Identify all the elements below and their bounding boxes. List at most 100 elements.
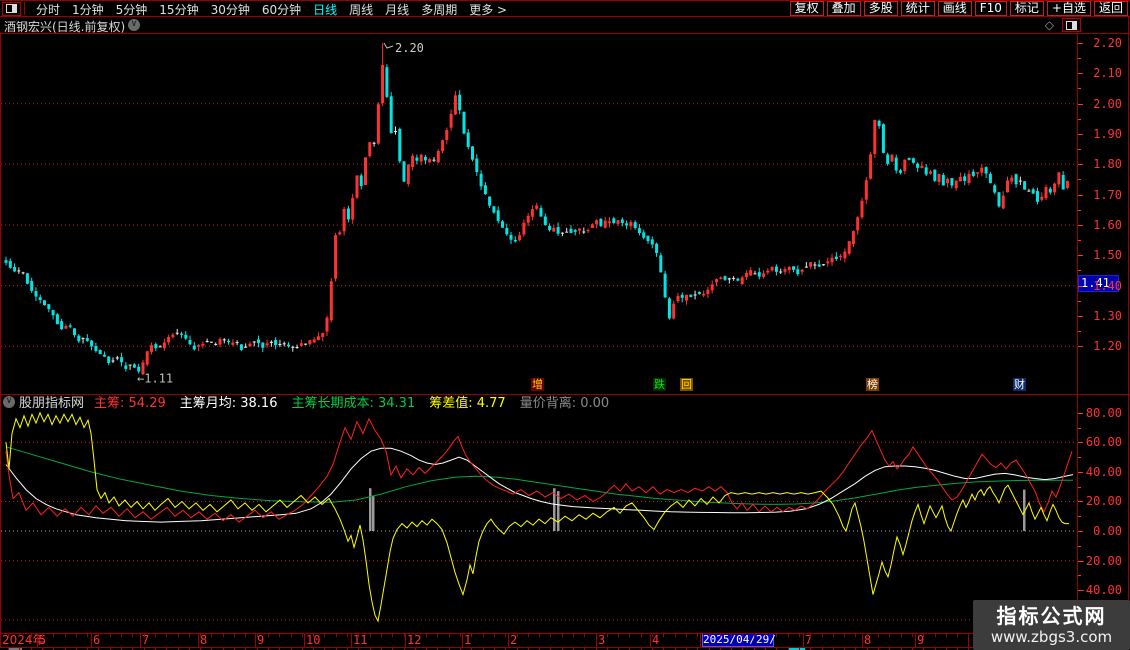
month-label: 3 bbox=[598, 633, 606, 647]
month-boundary-line bbox=[91, 634, 92, 647]
week-tick bbox=[144, 634, 145, 637]
week-tick bbox=[121, 634, 122, 637]
week-tick bbox=[178, 634, 179, 637]
axis-minor-tick bbox=[1078, 428, 1081, 429]
week-tick bbox=[957, 634, 958, 637]
indicator-line-0 bbox=[5, 417, 1073, 523]
week-tick bbox=[946, 634, 947, 637]
period-tab-4[interactable]: 15分钟 bbox=[159, 3, 198, 17]
frame-line bbox=[0, 633, 1130, 634]
week-tick bbox=[132, 634, 133, 637]
axis-tick bbox=[1078, 195, 1083, 196]
watermark-title: 指标公式网 bbox=[996, 604, 1107, 628]
week-tick bbox=[358, 634, 359, 637]
price-gridlines bbox=[1, 103, 1077, 347]
window-layout-icon[interactable] bbox=[2, 1, 21, 16]
pane-layout-icon[interactable] bbox=[1062, 18, 1081, 32]
menu-divider bbox=[24, 2, 25, 15]
event-badge-回[interactable]: 回 bbox=[680, 378, 693, 391]
period-tab-9[interactable]: 月线 bbox=[385, 3, 409, 17]
period-tab-11[interactable]: 更多 > bbox=[469, 3, 507, 17]
period-tab-10[interactable]: 多周期 bbox=[421, 3, 457, 17]
month-boundary-line bbox=[915, 634, 916, 647]
week-tick bbox=[562, 634, 563, 637]
week-tick bbox=[889, 634, 890, 637]
week-tick bbox=[878, 634, 879, 637]
event-badge-榜[interactable]: 榜 bbox=[866, 378, 879, 391]
week-tick bbox=[347, 634, 348, 637]
week-tick bbox=[370, 634, 371, 637]
indicator-axis-label: 60.00 bbox=[1085, 435, 1122, 449]
week-tick bbox=[189, 634, 190, 637]
indicator-axis-label: 20.00 bbox=[1085, 494, 1122, 508]
toolbar-button-1[interactable]: 复权 bbox=[789, 1, 824, 16]
month-label: 8 bbox=[200, 633, 208, 647]
date-axis[interactable]: 2024年 2025/04/29/二 567891011121234789 bbox=[0, 633, 1130, 650]
week-tick bbox=[110, 634, 111, 637]
period-tab-5[interactable]: 30分钟 bbox=[211, 3, 250, 17]
month-label: 9 bbox=[257, 633, 265, 647]
toolbar-button-9[interactable]: 返回 bbox=[1093, 1, 1128, 16]
week-tick bbox=[799, 634, 800, 637]
toolbar-button-5[interactable]: 画线 bbox=[937, 1, 972, 16]
week-tick bbox=[754, 634, 755, 637]
axis-tick bbox=[1078, 346, 1083, 347]
axis-minor-tick bbox=[1078, 457, 1081, 458]
period-tabs: 分时 1分钟 5分钟 15分钟 30分钟 60分钟 日线 周线 月线 多周期 更多 > bbox=[30, 0, 513, 18]
toolbar-button-3[interactable]: 多股 bbox=[863, 1, 898, 16]
axis-minor-tick bbox=[1078, 179, 1081, 180]
price-axis-label: 1.20 bbox=[1093, 339, 1122, 353]
week-tick bbox=[87, 634, 88, 637]
week-tick bbox=[53, 634, 54, 637]
week-tick bbox=[19, 634, 20, 637]
period-tab-6[interactable]: 60分钟 bbox=[262, 3, 301, 17]
period-tab-8[interactable]: 周线 bbox=[349, 3, 373, 17]
menu-bar: 分时 1分钟 5分钟 15分钟 30分钟 60分钟 日线 周线 月线 多周期 更多 > 复权 叠加 多股… bbox=[0, 0, 1130, 17]
week-tick bbox=[867, 634, 868, 637]
event-badge-财[interactable]: 财 bbox=[1013, 378, 1026, 391]
diamond-icon[interactable]: ◇ bbox=[1045, 18, 1054, 32]
frame-line bbox=[1077, 33, 1078, 647]
price-axis-label: 1.80 bbox=[1093, 157, 1122, 171]
week-tick bbox=[336, 634, 337, 637]
axis-tick bbox=[1078, 286, 1083, 287]
axis-minor-tick bbox=[1078, 210, 1081, 211]
indicator-header: ∨ 股朋指标网 主筹: 54.29 主筹月均: 38.16 主筹长期成本: 34.3… bbox=[0, 395, 1076, 411]
axis-tick bbox=[1078, 316, 1083, 317]
axis-minor-tick bbox=[1078, 58, 1081, 59]
toolbar-button-7[interactable]: 标记 bbox=[1009, 1, 1044, 16]
week-tick bbox=[810, 634, 811, 637]
indicator-axis-label: 40.00 bbox=[1085, 465, 1122, 479]
month-boundary-line bbox=[862, 634, 863, 647]
month-label: 4 bbox=[652, 633, 660, 647]
period-tab-7[interactable]: 日线 bbox=[313, 3, 337, 17]
week-tick bbox=[426, 634, 427, 637]
toolbar-button-2[interactable]: 叠加 bbox=[826, 1, 861, 16]
week-tick bbox=[709, 634, 710, 637]
price-axis-label: 1.90 bbox=[1093, 127, 1122, 141]
event-badge-跌[interactable]: 跌 bbox=[653, 378, 666, 391]
chevron-down-icon[interactable]: ∨ bbox=[128, 19, 140, 31]
axis-tick bbox=[1078, 164, 1083, 165]
frame-line bbox=[1128, 17, 1129, 650]
toolbar-button-6[interactable]: F10 bbox=[974, 1, 1007, 16]
chevron-down-icon[interactable]: ∨ bbox=[3, 395, 15, 408]
axis-minor-tick bbox=[1078, 301, 1081, 302]
week-tick bbox=[291, 634, 292, 637]
indicator-chart[interactable] bbox=[1, 408, 1077, 633]
indicator-axis-label: -40.00 bbox=[1078, 583, 1122, 597]
period-tab-2[interactable]: 1分钟 bbox=[72, 3, 104, 17]
candlestick-layer bbox=[4, 43, 1069, 375]
indicator-line-2 bbox=[5, 446, 1074, 505]
toolbar-button-4[interactable]: 统计 bbox=[900, 1, 935, 16]
toolbar-button-8[interactable]: +自选 bbox=[1046, 1, 1091, 16]
event-badge-增[interactable]: 增 bbox=[531, 378, 544, 391]
title-bar: 酒钢宏兴(日线.前复权) ∨ ◇ bbox=[0, 17, 1130, 34]
indicator-axis-label: 0.00 bbox=[1093, 524, 1122, 538]
candlestick-chart[interactable]: 2.20 ←1.11 bbox=[1, 34, 1077, 394]
week-tick bbox=[404, 634, 405, 637]
month-label: 6 bbox=[93, 633, 101, 647]
period-tab-3[interactable]: 5分钟 bbox=[116, 3, 148, 17]
indicator-gridlines bbox=[1, 441, 1077, 621]
period-tab-1[interactable]: 分时 bbox=[36, 3, 60, 17]
